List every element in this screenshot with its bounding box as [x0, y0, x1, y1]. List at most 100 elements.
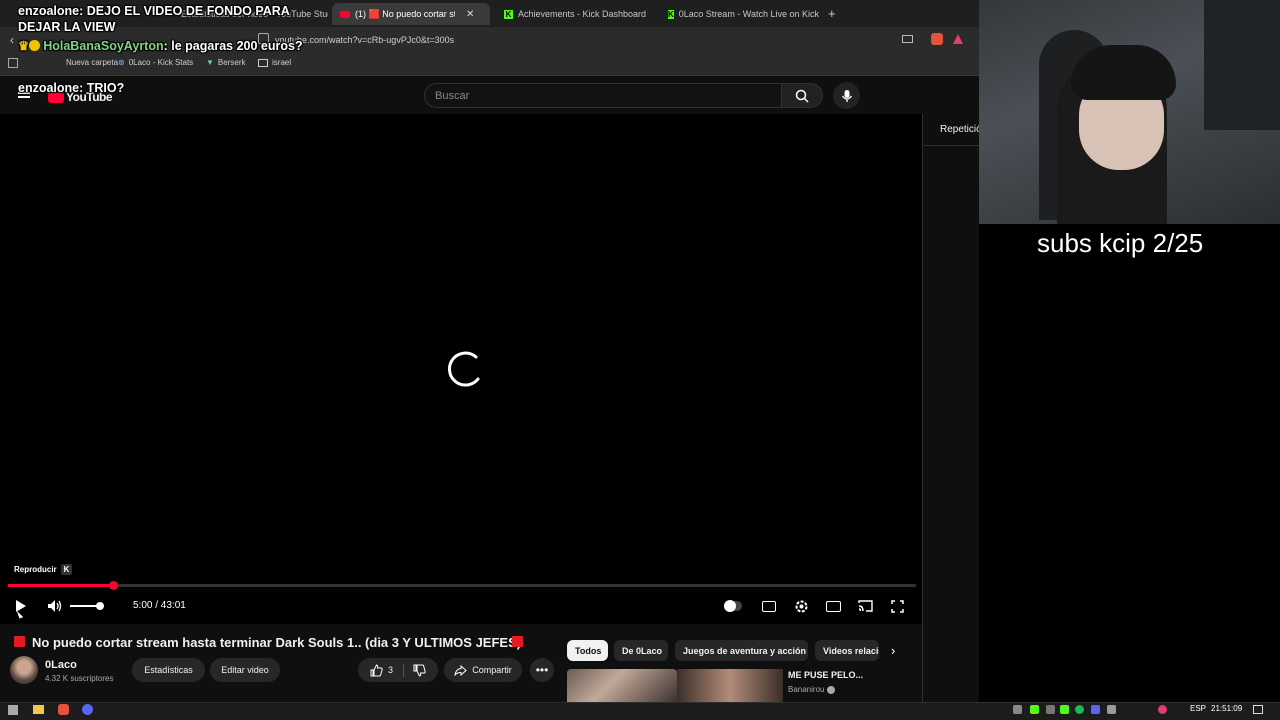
loading-spinner-icon	[447, 351, 480, 387]
mute-button[interactable]	[46, 598, 64, 614]
chip-label: De 0Laco	[622, 645, 663, 656]
back-icon[interactable]: ‹	[10, 33, 14, 47]
like-dislike-group: 3	[358, 658, 438, 682]
related-video-title[interactable]: ME PUSE PELO...	[788, 670, 863, 680]
new-tab-button[interactable]: +	[828, 6, 836, 21]
subscriber-count: 4.32 K suscriptores	[45, 674, 114, 683]
tray-app-icon[interactable]	[1158, 705, 1167, 714]
close-tab-icon[interactable]: ✕	[466, 9, 474, 20]
folder-icon	[258, 58, 268, 67]
related-video-thumbnail[interactable]	[567, 669, 677, 702]
related-video-channel[interactable]: Bananirou	[788, 685, 836, 694]
chip-aventura-accion[interactable]: Juegos de aventura y acción	[675, 640, 808, 661]
video-title: No puedo cortar stream hasta terminar Da…	[32, 635, 522, 650]
autoplay-toggle[interactable]	[724, 598, 742, 614]
cast-button[interactable]	[856, 598, 874, 614]
tab-title: Achievements - Kick Dashboard	[518, 9, 647, 19]
background-wall	[1204, 0, 1280, 130]
webcam-feed	[979, 0, 1280, 224]
tray-app-icon[interactable]	[1013, 705, 1022, 714]
tab-kick-stream[interactable]: K 0Laco Stream - Watch Live on Kick	[660, 3, 820, 25]
bookmark-label: Nueva carpeta	[66, 58, 119, 67]
like-count: 3	[387, 665, 393, 675]
chat-username: enzoalone	[18, 4, 80, 18]
stats-button[interactable]: Estadísticas	[132, 658, 205, 682]
mic-icon	[841, 89, 852, 102]
chip-label: Juegos de aventura y acción	[683, 645, 807, 656]
file-explorer-icon[interactable]	[33, 705, 44, 714]
tab-title: 0Laco Stream - Watch Live on Kick	[678, 9, 820, 19]
bookmark-kick-stats[interactable]: ⊛ 0Laco - Kick Stats	[118, 58, 193, 67]
subtitles-button[interactable]	[760, 598, 778, 614]
chat-replay-title[interactable]: Repetición del chat	[924, 116, 980, 146]
chip-relacionados[interactable]: Videos relacionados	[815, 640, 879, 661]
progress-bar[interactable]	[8, 584, 916, 587]
apps-grid-icon[interactable]	[8, 58, 18, 68]
fullscreen-button[interactable]	[888, 598, 906, 614]
kick-icon: K	[668, 9, 674, 19]
verified-icon	[827, 685, 836, 694]
chip-label: Todos	[575, 645, 602, 656]
kick-icon: K	[504, 9, 513, 19]
chat-message: ♛ HolaBanaSoyAyrton: le pagaras 200 euros…	[18, 39, 303, 53]
edit-video-button[interactable]: Editar video	[210, 658, 280, 682]
bookmark-berserk[interactable]: ▼ Berserk	[206, 58, 245, 67]
gear-icon	[795, 600, 807, 612]
chevron-right-icon[interactable]: ›	[891, 643, 895, 658]
taskbar-clock[interactable]: 21:51:09	[1211, 704, 1242, 713]
pause-toggle-icon	[724, 600, 736, 612]
stream-overlay-area	[979, 224, 1280, 702]
tray-kick-icon[interactable]	[1030, 705, 1039, 714]
discord-tray-icon[interactable]	[1091, 705, 1100, 714]
brave-browser-icon[interactable]	[58, 704, 69, 715]
bookmark-label: 0Laco - Kick Stats	[128, 58, 194, 67]
chat-text: TRIO?	[86, 81, 125, 95]
windows-taskbar	[0, 702, 1280, 720]
brave-rewards-icon[interactable]	[953, 34, 963, 44]
thumbs-down-icon[interactable]	[413, 664, 426, 677]
settings-button[interactable]	[792, 598, 810, 614]
chat-replay-panel	[922, 114, 980, 702]
streamer-hair	[1071, 45, 1176, 100]
cast-page-icon[interactable]	[902, 35, 913, 43]
volume-icon	[48, 600, 62, 612]
language-indicator[interactable]: ESP	[1190, 704, 1206, 713]
tray-app-icon[interactable]	[1046, 705, 1055, 714]
discord-icon[interactable]	[82, 704, 93, 715]
spotify-icon[interactable]	[1075, 705, 1084, 714]
bookmark-israel[interactable]: israel	[258, 58, 291, 67]
related-video-thumbnail[interactable]	[677, 669, 783, 702]
chip-todos[interactable]: Todos	[567, 640, 608, 661]
miniplayer-button[interactable]	[824, 598, 842, 614]
channel-avatar[interactable]	[10, 656, 38, 684]
subtitles-icon	[762, 600, 776, 612]
voice-search-button[interactable]	[833, 82, 860, 109]
notifications-icon[interactable]	[1253, 705, 1263, 714]
channel-name[interactable]: 0Laco	[45, 659, 77, 671]
fullscreen-icon	[890, 599, 904, 613]
stats-button-label: Estadísticas	[144, 665, 193, 675]
red-square-emoji-icon	[14, 636, 25, 647]
progress-scrubber[interactable]	[109, 581, 118, 590]
brave-shield-icon[interactable]	[931, 33, 943, 45]
bookmark-folder[interactable]: Nueva carpeta	[66, 58, 118, 67]
edit-video-label: Editar video	[221, 665, 269, 675]
thumbs-up-icon	[370, 663, 383, 676]
windows-start-icon[interactable]	[8, 705, 18, 715]
tray-app-icon[interactable]	[1060, 705, 1069, 714]
more-actions-button[interactable]: •••	[530, 658, 554, 682]
search-button[interactable]	[781, 83, 823, 108]
search-input[interactable]: Buscar	[424, 83, 782, 108]
progress-played	[8, 584, 113, 587]
play-tooltip: Reproducir K	[8, 562, 79, 576]
tooltip-label: Reproducir	[14, 564, 57, 574]
chat-username: HolaBanaSoyAyrton	[43, 39, 164, 53]
volume-tray-icon[interactable]	[1107, 705, 1116, 714]
volume-knob[interactable]	[96, 602, 104, 610]
tab-youtube-video[interactable]: (1) 🟥 No puedo cortar stream h ✕	[332, 3, 490, 25]
miniplayer-icon	[825, 600, 841, 612]
share-button[interactable]: Compartir	[444, 658, 522, 682]
chip-de-0laco[interactable]: De 0Laco	[614, 640, 668, 661]
tab-kick-dashboard[interactable]: K Achievements - Kick Dashboard	[496, 3, 656, 25]
like-button[interactable]: 3	[370, 663, 404, 677]
